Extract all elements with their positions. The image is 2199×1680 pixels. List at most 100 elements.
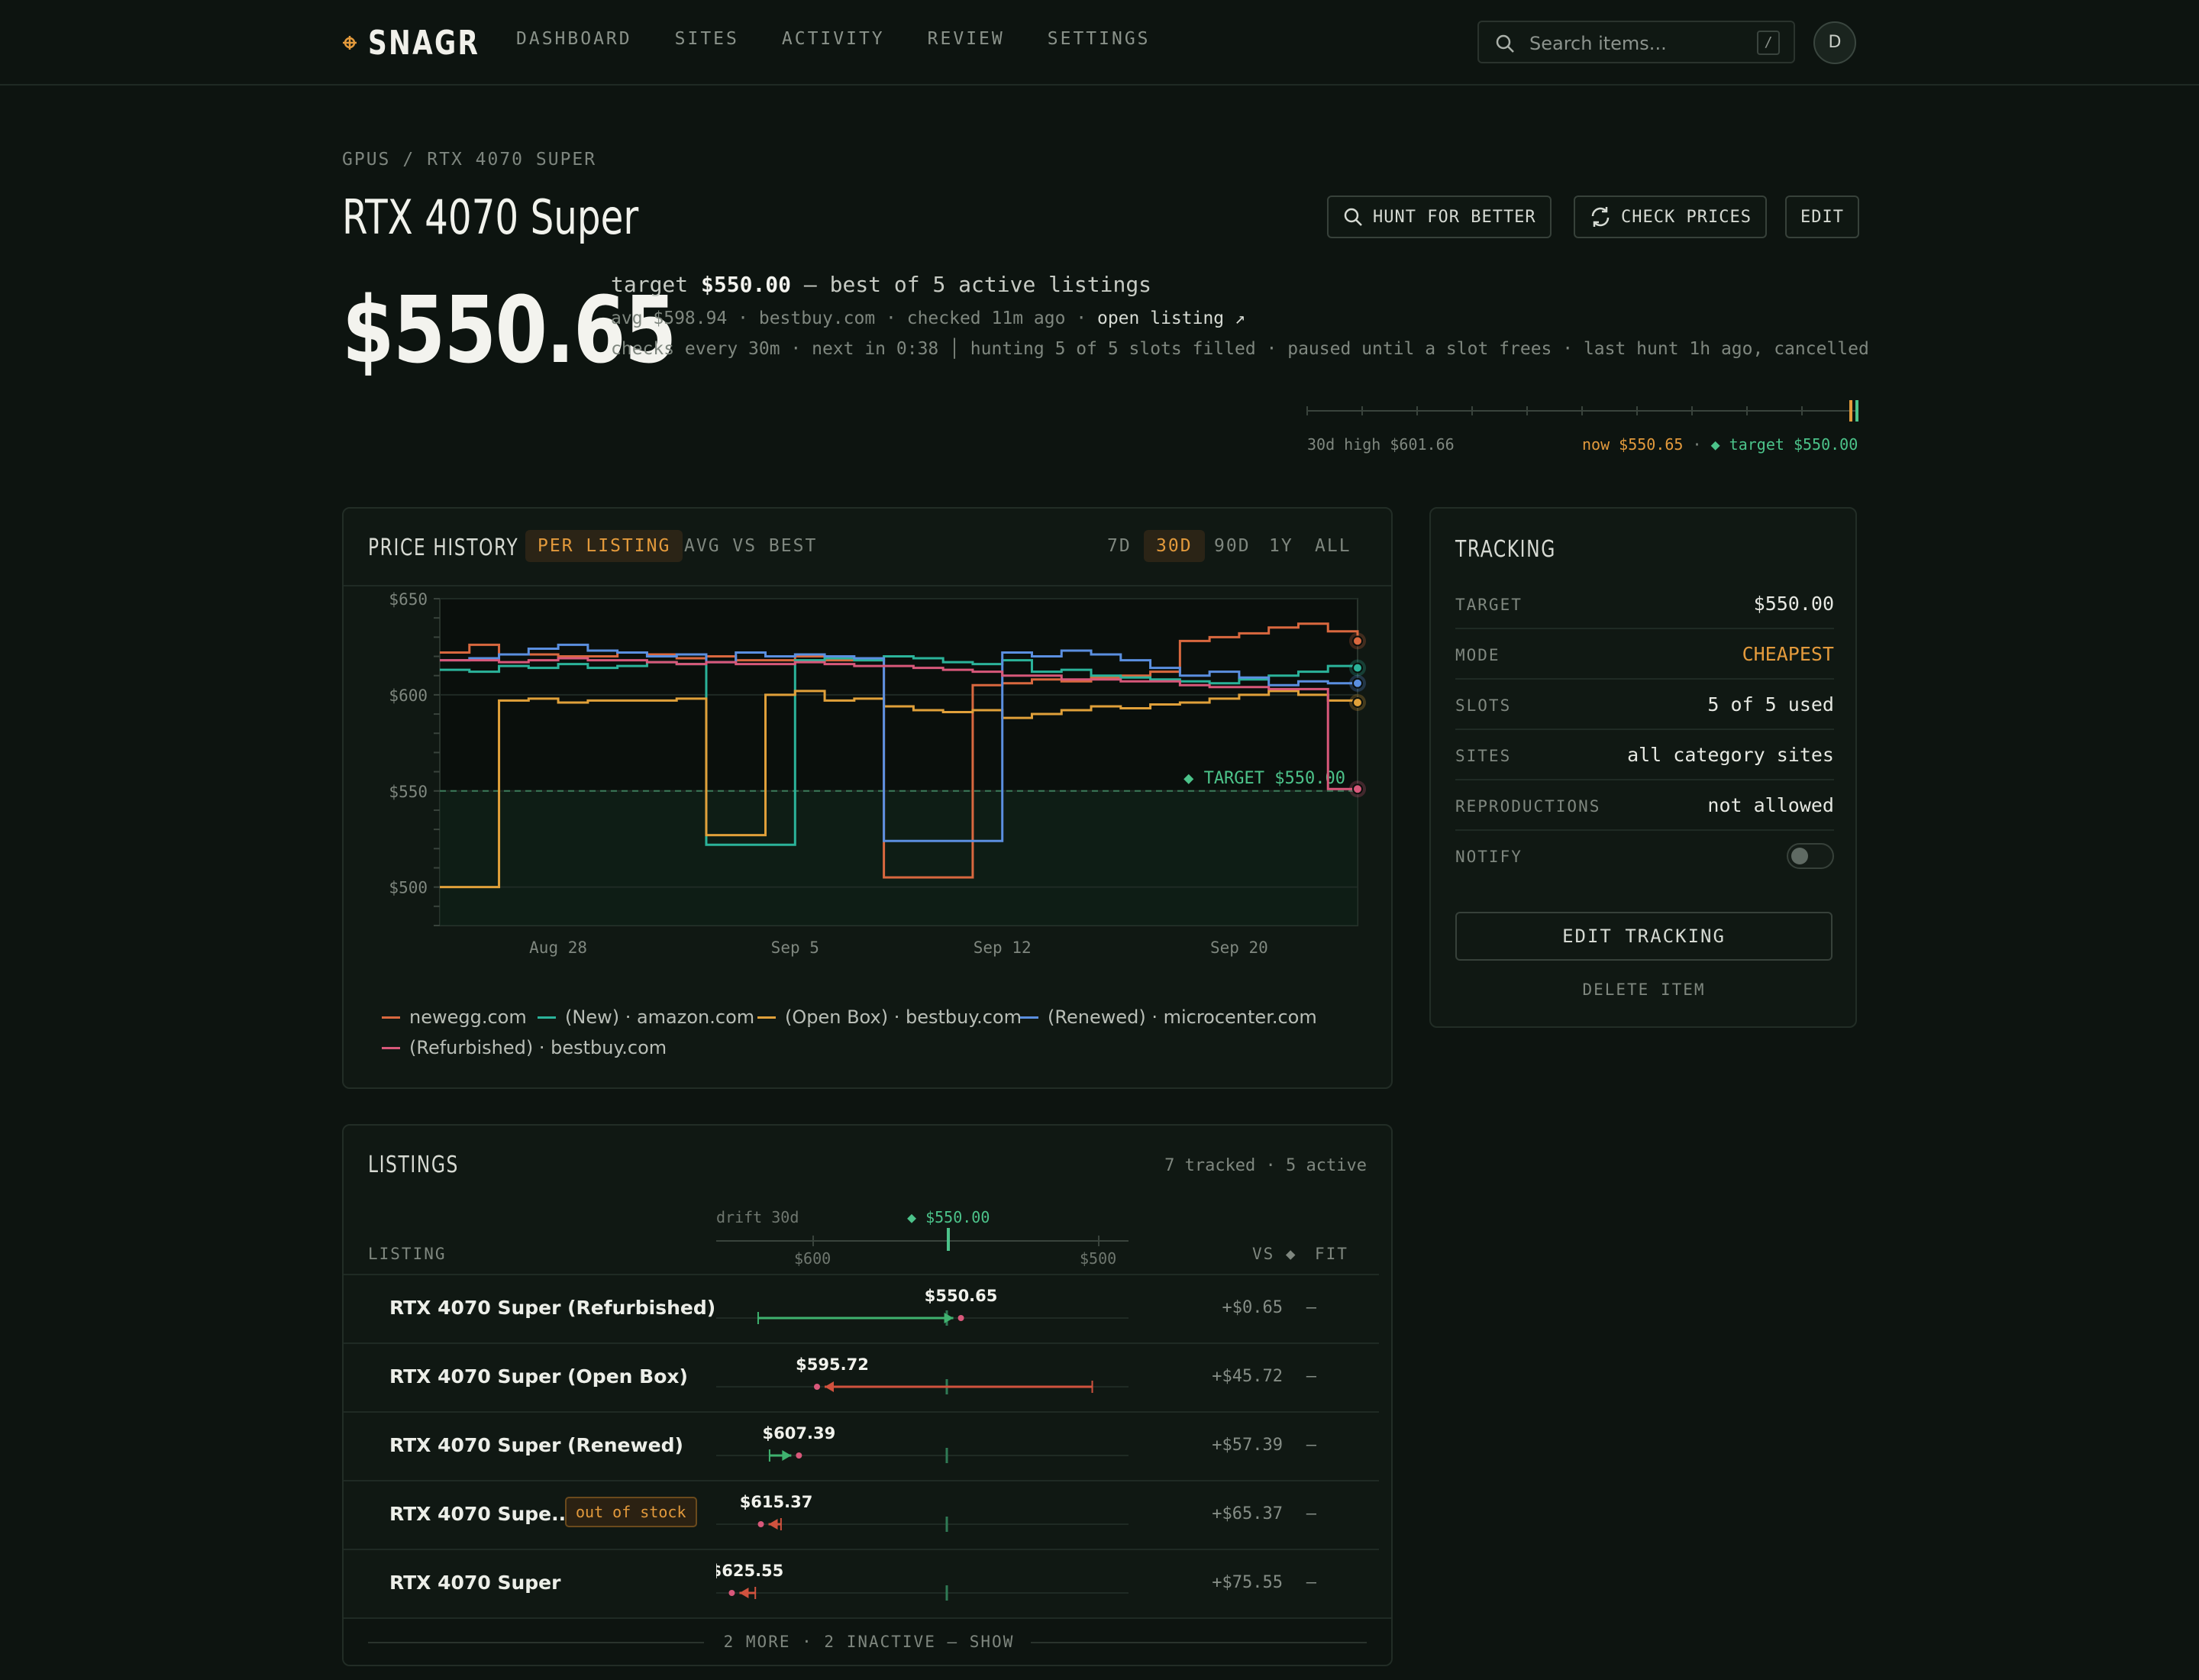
legend-microcenter: (Renewed) · microcenter.com: [1020, 1006, 1317, 1028]
chart-body: $650 $600 $550 $500 Aug 28 Sep 5 Sep 12 Sep 20 ◆…: [389, 590, 1366, 957]
drift-arrow: [825, 1381, 835, 1392]
search-icon: [1344, 208, 1362, 226]
series-end-point: [1352, 696, 1363, 708]
drift-bar: $550.65: [716, 1287, 1129, 1326]
listing-vs: +$0.65: [1222, 1298, 1283, 1317]
range-all[interactable]: ALL: [1303, 530, 1364, 562]
range-high-label: 30d high $601.66: [1307, 435, 1455, 454]
legend-swatch: [382, 1046, 400, 1049]
range-target-label: ◆ target $550.00: [1710, 435, 1858, 454]
hunt-label: HUNT FOR BETTER: [1373, 207, 1536, 227]
drift-price-label: $595.72: [796, 1355, 869, 1374]
listings-panel: LISTINGS 7 tracked · 5 active drift 30d …: [342, 1124, 1393, 1666]
search-input[interactable]: Search items... /: [1477, 21, 1795, 63]
target-zone: [440, 790, 1358, 926]
table-row[interactable]: RTX 4070 Supe... out of stock $615.37 +$…: [344, 1480, 1379, 1549]
tracking-label: TARGET: [1455, 596, 1523, 614]
range-target-marker: [1855, 400, 1858, 422]
table-row[interactable]: RTX 4070 Super (Refurbished) $550.65 +$0…: [344, 1274, 1379, 1342]
drift-arrow: [739, 1588, 749, 1598]
tracking-row-mode[interactable]: MODE CHEAPEST: [1455, 629, 1834, 680]
tracking-label: REPRODUCTIONS: [1455, 797, 1601, 816]
series-end-point: [1352, 635, 1363, 647]
nav-dashboard[interactable]: DASHBOARD: [516, 29, 632, 49]
table-row[interactable]: RTX 4070 Super $625.55 +$75.55 —: [344, 1549, 1379, 1617]
tracking-value: CHEAPEST: [1742, 643, 1834, 665]
nav-sites[interactable]: SITES: [675, 29, 739, 49]
col-vs: VS ◆: [1252, 1245, 1297, 1263]
search-icon: [1496, 34, 1514, 53]
legend-label: (Renewed) · microcenter.com: [1048, 1006, 1317, 1028]
open-listing-link[interactable]: open listing ↗: [1097, 309, 1245, 328]
table-row[interactable]: RTX 4070 Super (Open Box) $595.72 +$45.7…: [344, 1342, 1379, 1411]
nav-activity[interactable]: ACTIVITY: [782, 29, 885, 49]
price-history-chart: $650 $600 $550 $500 Aug 28 Sep 5 Sep 12 Sep 20 ◆…: [389, 590, 1366, 957]
avatar[interactable]: D: [1813, 21, 1856, 64]
target-prefix: target: [611, 272, 689, 297]
listing-vs: +$75.55: [1212, 1573, 1283, 1592]
edit-tracking-button[interactable]: EDIT TRACKING: [1455, 912, 1832, 961]
edit-button[interactable]: EDIT: [1785, 195, 1859, 238]
x-tick-label: Sep 5: [771, 939, 819, 957]
tracking-label: SITES: [1455, 747, 1512, 765]
target-label: ◆ TARGET $550.00: [1183, 769, 1345, 788]
y-tick-label: $550: [389, 783, 428, 801]
tracking-row-slots: SLOTS 5 of 5 used: [1455, 680, 1834, 730]
notify-toggle[interactable]: [1787, 843, 1834, 869]
show-more-bar[interactable]: 2 MORE · 2 INACTIVE — SHOW: [344, 1617, 1391, 1665]
tracking-title: TRACKING: [1455, 536, 1556, 563]
refresh-icon: [1591, 207, 1610, 227]
table-row[interactable]: RTX 4070 Super (Renewed) $607.39 +$57.39…: [344, 1411, 1379, 1480]
range-now-marker: [1849, 400, 1852, 422]
listing-name[interactable]: RTX 4070 Super (Open Box): [389, 1365, 688, 1388]
drift-price-label: $550.65: [925, 1287, 998, 1305]
listing-name[interactable]: RTX 4070 Super: [389, 1572, 560, 1594]
col-listing: LISTING: [368, 1245, 447, 1263]
delete-item-button[interactable]: DELETE ITEM: [1455, 981, 1832, 999]
drift-dot: [728, 1590, 735, 1596]
listing-fit: —: [1306, 1573, 1316, 1592]
tracking-value: 5 of 5 used: [1707, 693, 1834, 716]
drift-dot: [814, 1384, 821, 1390]
top-bar: SNAGR DASHBOARD SITES ACTIVITY REVIEW SE…: [0, 0, 2199, 86]
drift-arrow: [782, 1450, 792, 1461]
range-now-target: now $550.65 · ◆ target $550.00: [1582, 435, 1858, 454]
drift-bar: $615.37: [716, 1493, 1129, 1532]
breadcrumb-category[interactable]: GPUS: [342, 150, 390, 170]
listings-meta: 7 tracked · 5 active: [1164, 1156, 1367, 1175]
range-1y[interactable]: 1Y: [1257, 530, 1306, 562]
listing-fit: —: [1306, 1436, 1316, 1455]
legend-newegg: newegg.com: [382, 1006, 527, 1028]
nav-settings[interactable]: SETTINGS: [1048, 29, 1151, 49]
tab-avg-vs-best[interactable]: AVG VS BEST: [672, 530, 829, 562]
range-30d[interactable]: 30D: [1144, 530, 1205, 562]
range-separator: ·: [1692, 435, 1702, 454]
drift-price-label: $607.39: [763, 1424, 836, 1443]
toggle-knob: [1791, 848, 1808, 864]
legend-swatch: [1020, 1016, 1038, 1019]
app-name: SNAGR: [368, 23, 480, 63]
search-placeholder: Search items...: [1529, 33, 1667, 54]
breadcrumb: GPUS / RTX 4070 SUPER: [342, 150, 596, 170]
listing-name[interactable]: RTX 4070 Super (Renewed): [389, 1434, 683, 1456]
check-prices-button[interactable]: CHECK PRICES: [1574, 195, 1767, 238]
range-now-label: now $550.65: [1582, 435, 1684, 454]
listing-name[interactable]: RTX 4070 Supe...: [389, 1503, 573, 1525]
target-summary: target $550.00 — best of 5 active listin…: [611, 272, 1151, 297]
logo[interactable]: SNAGR: [342, 20, 512, 66]
x-tick-label: Sep 20: [1210, 939, 1268, 957]
hunt-for-better-button[interactable]: HUNT FOR BETTER: [1327, 195, 1552, 238]
col-fit: FIT: [1315, 1245, 1348, 1263]
tab-per-listing[interactable]: PER LISTING: [525, 530, 683, 562]
hunt-status: checks every 30m · next in 0:38 │ huntin…: [611, 339, 1869, 359]
drift-scale-600: $600: [794, 1249, 831, 1268]
listing-name[interactable]: RTX 4070 Super (Refurbished): [389, 1297, 715, 1319]
range-90d[interactable]: 90D: [1202, 530, 1263, 562]
listings-title: LISTINGS: [368, 1152, 459, 1178]
nav-review[interactable]: REVIEW: [928, 29, 1005, 49]
range-7d[interactable]: 7D: [1095, 530, 1144, 562]
price-history-title: PRICE HISTORY: [368, 535, 519, 561]
listing-summary: avg $598.94 · bestbuy.com · checked 11m …: [611, 309, 1245, 328]
listing-vs: +$45.72: [1212, 1367, 1283, 1386]
series-end-point: [1352, 662, 1363, 674]
